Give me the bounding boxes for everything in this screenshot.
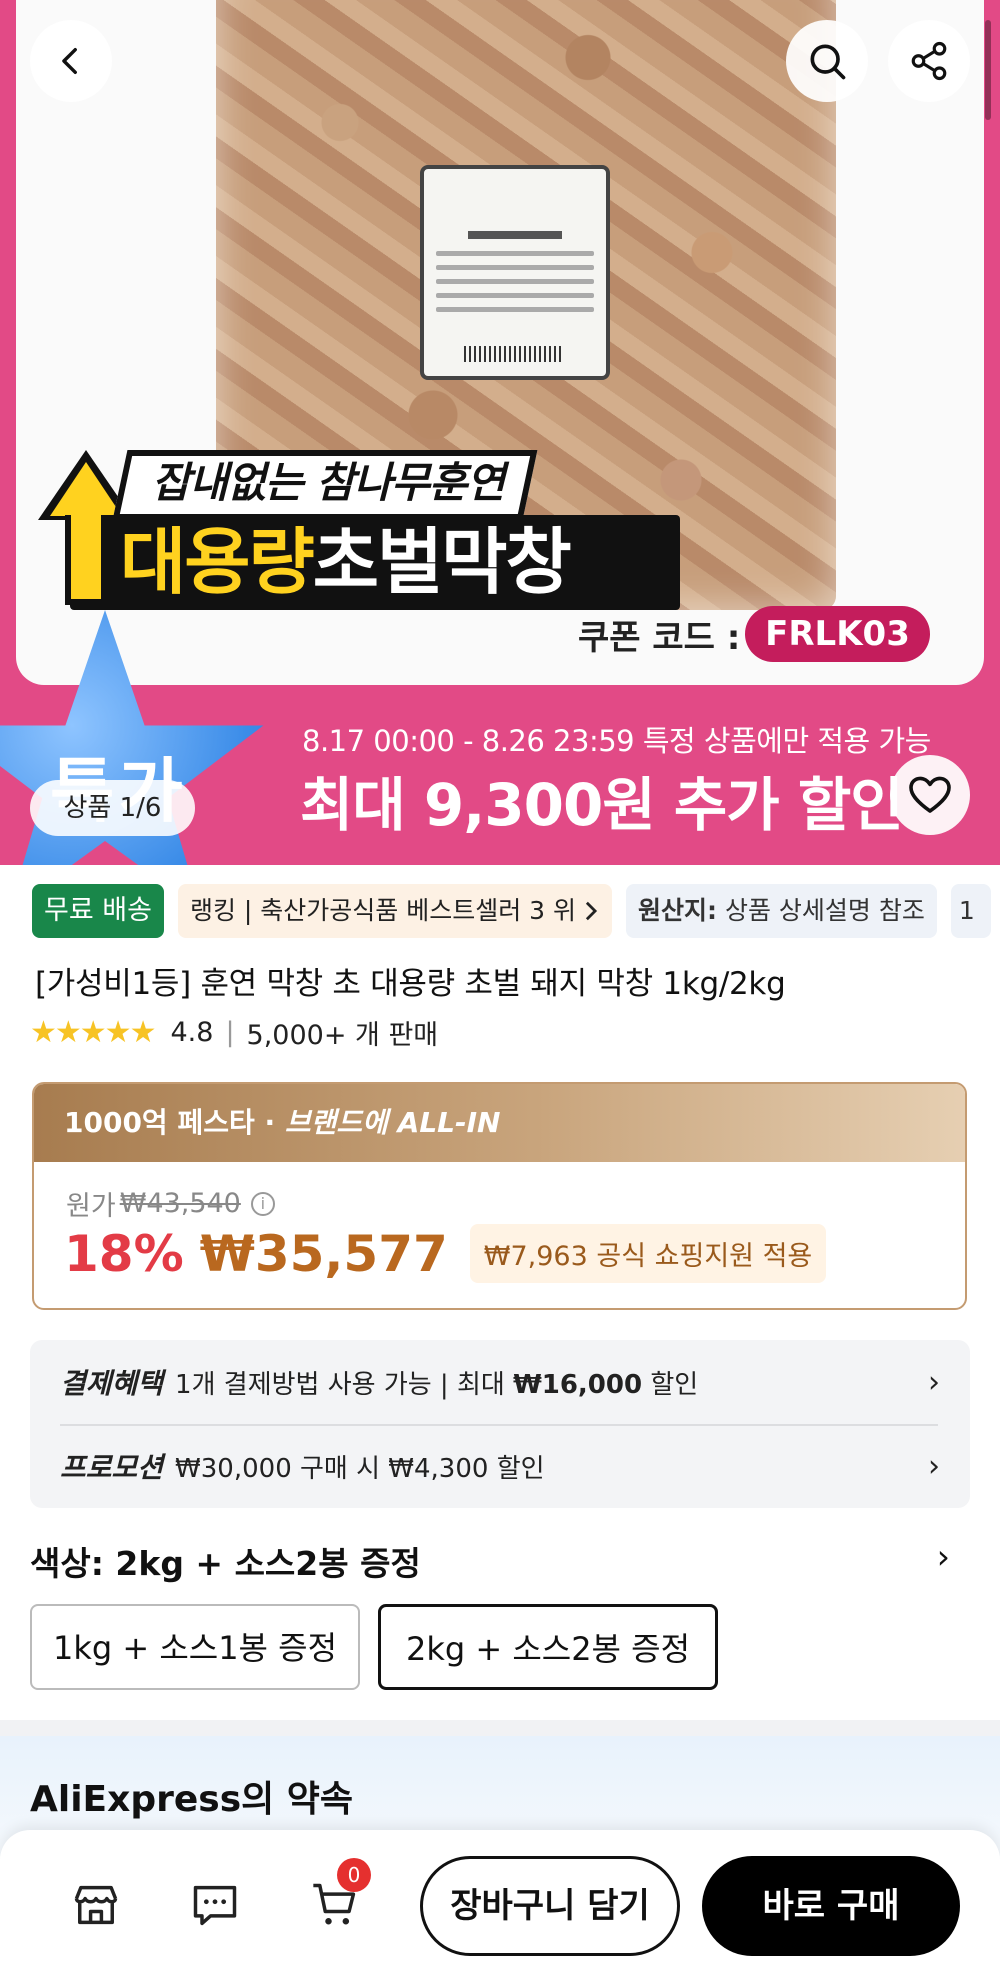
chat-icon [193, 1885, 237, 1926]
free-shipping-badge: 무료 배송 [32, 884, 164, 938]
festa-banner[interactable]: 1000억 페스타 · 브랜드에 ALL-IN [34, 1084, 965, 1162]
banner-headline-small: 잡내없는 참나무훈연 [151, 458, 505, 507]
search-icon [810, 44, 846, 80]
original-price-label: 원가 [66, 1191, 116, 1222]
option-heading-text: 색상: 2kg + 소스2봉 증정 [30, 1544, 421, 1583]
promotion-text: ₩30,000 구매 시 ₩4,300 할인 [175, 1453, 545, 1484]
banner-headline-white: 초벌막창 [312, 520, 572, 604]
more-tag: 1 [950, 884, 991, 938]
chevron-left-icon [62, 47, 77, 75]
coupon-label: 쿠폰 코드 : [578, 618, 741, 658]
store-button[interactable] [66, 1875, 126, 1935]
chevron-right-icon [585, 901, 598, 921]
banner-headline: 대용량초벌막창 [120, 515, 572, 610]
search-button[interactable] [786, 20, 868, 102]
shopping-support-badge: ₩7,963 공식 쇼핑지원 적용 [469, 1224, 827, 1283]
benefits-panel: 결제혜택 1개 결제방법 사용 가능 | 최대 ₩16,000 할인 › 프로모… [30, 1340, 970, 1508]
option-2kg-selected[interactable]: 2kg + 소스2봉 증정 [378, 1604, 718, 1690]
payment-benefit-label: 결제혜택 [60, 1367, 164, 1400]
origin-value: 상품 상세설명 참조 [724, 896, 925, 925]
original-price: ₩43,540 [119, 1188, 241, 1219]
ranking-badge[interactable]: 랭킹 | 축산가공식품 베스트셀러 3 위 [177, 884, 613, 938]
option-selector-heading[interactable]: 색상: 2kg + 소스2봉 증정 › [30, 1537, 970, 1585]
chevron-right-icon: › [928, 1364, 940, 1400]
add-to-cart-button[interactable]: 장바구니 담기 [420, 1856, 680, 1956]
section-divider [0, 1720, 1000, 1736]
original-price-row: 원가 ₩43,540 i [66, 1184, 275, 1223]
chat-button[interactable] [185, 1875, 245, 1935]
scrollbar[interactable] [985, 20, 991, 120]
product-title: [가성비1등] 훈연 막창 초 대용량 초벌 돼지 막창 1kg/2kg [35, 966, 786, 1002]
festa-prefix: 1000억 페스타 · [64, 1106, 285, 1139]
discount-percent: 18% [64, 1224, 184, 1283]
cart-count-badge: 0 [337, 1858, 371, 1892]
share-button[interactable] [888, 20, 970, 102]
image-counter: 상품 1/6 [30, 780, 195, 836]
divider [60, 1424, 938, 1426]
product-page: 잡내없는 참나무훈연 대용량초벌막창 쿠폰 코드 : FRLK03 특가 8.1… [0, 0, 1000, 1987]
store-icon [74, 1885, 118, 1925]
ranking-text: 랭킹 | 축산가공식품 베스트셀러 3 위 [189, 896, 577, 925]
banner-headline-yellow: 대용량 [120, 520, 315, 604]
product-image-carousel[interactable]: 잡내없는 참나무훈연 대용량초벌막창 쿠폰 코드 : FRLK03 특가 8.1… [0, 0, 1000, 865]
current-price: ₩35,577 [199, 1224, 448, 1283]
price-card: 1000억 페스타 · 브랜드에 ALL-IN 원가 ₩43,540 i 18%… [32, 1082, 967, 1310]
rating-stars: ★★★★★ [30, 1015, 156, 1050]
coupon-code-badge: FRLK03 [745, 606, 930, 662]
barcode-graphic [464, 346, 564, 362]
product-package-label [420, 165, 610, 380]
rating-value: 4.8 [170, 1017, 214, 1048]
chevron-right-icon: › [928, 1448, 940, 1484]
info-icon[interactable]: i [250, 1191, 275, 1216]
product-tags: 무료 배송 랭킹 | 축산가공식품 베스트셀러 3 위 원산지: 상품 상세설명… [32, 884, 991, 938]
back-button[interactable] [30, 20, 112, 102]
buy-now-button[interactable]: 바로 구매 [702, 1856, 960, 1956]
promo-date-range: 8.17 00:00 - 8.26 23:59 특정 상품에만 적용 가능 [302, 724, 931, 758]
promotion-row[interactable]: 프로모션 ₩30,000 구매 시 ₩4,300 할인 › [60, 1446, 940, 1486]
price-row: 18% ₩35,577 ₩7,963 공식 쇼핑지원 적용 [64, 1224, 827, 1283]
share-icon [911, 41, 947, 81]
sold-count: 5,000+ 개 판매 [246, 1020, 439, 1051]
festa-brand: 브랜드에 ALL-IN [284, 1106, 501, 1139]
wishlist-button[interactable] [890, 755, 970, 835]
promise-title: AliExpress의 약속 [30, 1779, 354, 1820]
option-1kg[interactable]: 1kg + 소스1봉 증정 [30, 1604, 360, 1690]
origin-badge: 원산지: 상품 상세설명 참조 [626, 884, 937, 938]
payment-benefit-row[interactable]: 결제혜택 1개 결제방법 사용 가능 | 최대 ₩16,000 할인 › [60, 1362, 940, 1402]
payment-benefit-text: 1개 결제방법 사용 가능 | 최대 ₩16,000 할인 [175, 1369, 699, 1400]
promotion-label: 프로모션 [60, 1451, 164, 1484]
rating-row[interactable]: ★★★★★ 4.8 | 5,000+ 개 판매 [30, 1013, 438, 1052]
promo-discount-text: 최대 9,300원 추가 할인 [300, 771, 904, 839]
origin-label: 원산지: [638, 896, 718, 925]
chevron-right-icon: › [936, 1537, 950, 1576]
divider: | [225, 1017, 235, 1048]
heart-icon [909, 776, 951, 813]
